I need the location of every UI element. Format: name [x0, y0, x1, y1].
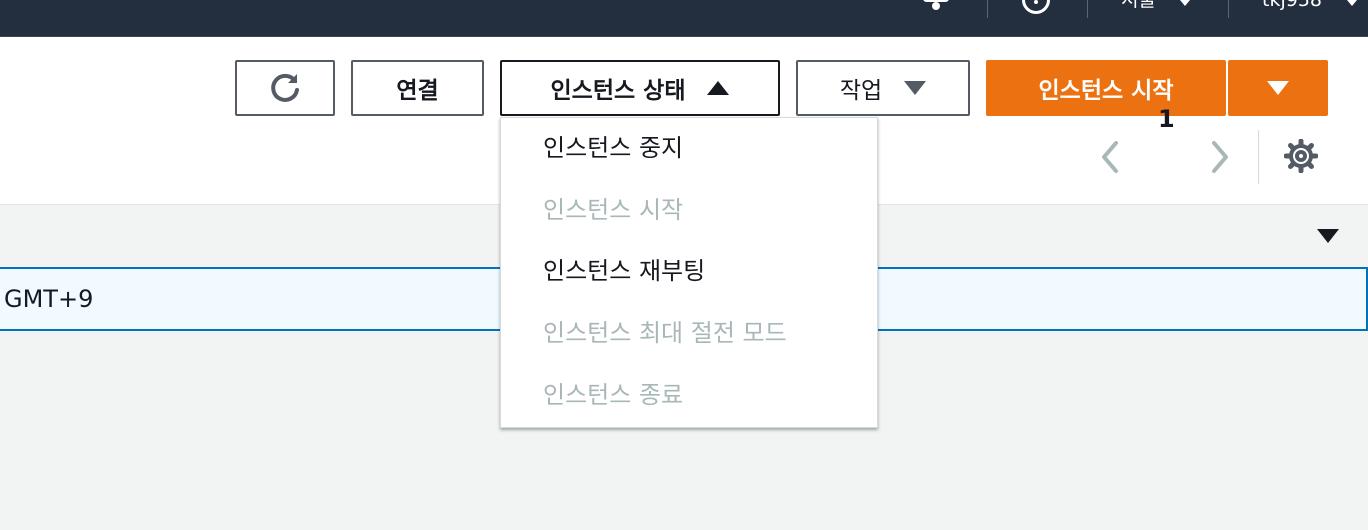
top-navigation-bar: 서울 tkj958: [0, 0, 1368, 37]
refresh-button[interactable]: [235, 60, 335, 116]
region-selector[interactable]: 서울: [1121, 0, 1156, 12]
chevron-down-icon: [1347, 0, 1357, 6]
user-menu[interactable]: tkj958: [1262, 0, 1322, 12]
instance-state-button[interactable]: 인스턴스 상태: [500, 60, 780, 116]
chevron-left-icon[interactable]: [1098, 140, 1122, 174]
actions-button-label: 작업: [839, 78, 883, 104]
caret-down-icon: [904, 81, 927, 95]
chevron-right-icon[interactable]: [1208, 140, 1232, 174]
menu-item-hibernate-instance[interactable]: 인스턴스 최대 절전 모드: [543, 315, 787, 351]
nav-separator: [987, 0, 988, 18]
launch-instances-button[interactable]: 인스턴스 시작: [986, 60, 1226, 116]
menu-item-stop-instance[interactable]: 인스턴스 중지: [543, 130, 683, 166]
pagination-current-page[interactable]: 1: [1158, 101, 1175, 137]
refresh-icon: [271, 73, 299, 102]
menu-item-start-instance[interactable]: 인스턴스 시작: [543, 192, 683, 228]
connect-button-label: 연결: [396, 78, 439, 104]
menu-item-terminate-instance[interactable]: 인스턴스 종료: [543, 377, 683, 413]
connect-button[interactable]: 연결: [351, 60, 484, 116]
pagination-divider: [1258, 130, 1259, 184]
table-cell-timezone: GMT+9: [4, 285, 94, 313]
instance-state-menu: 인스턴스 중지 인스턴스 시작 인스턴스 재부팅 인스턴스 최대 절전 모드 인…: [500, 117, 878, 428]
nav-separator: [1087, 0, 1088, 18]
menu-item-reboot-instance[interactable]: 인스턴스 재부팅: [543, 253, 705, 289]
caret-down-icon[interactable]: [1317, 229, 1339, 243]
actions-button[interactable]: 작업: [796, 60, 970, 116]
bell-icon[interactable]: [919, 0, 953, 10]
caret-down-icon: [1267, 81, 1289, 95]
caret-up-icon: [707, 81, 730, 95]
chevron-down-icon: [1180, 0, 1190, 6]
instance-state-button-label: 인스턴스 상태: [550, 78, 686, 104]
launch-instances-button-label: 인스턴스 시작: [1038, 78, 1174, 104]
gear-icon[interactable]: [1284, 139, 1318, 173]
launch-instances-dropdown-button[interactable]: [1228, 60, 1328, 116]
help-icon[interactable]: [1022, 0, 1050, 14]
nav-separator: [1228, 0, 1229, 18]
